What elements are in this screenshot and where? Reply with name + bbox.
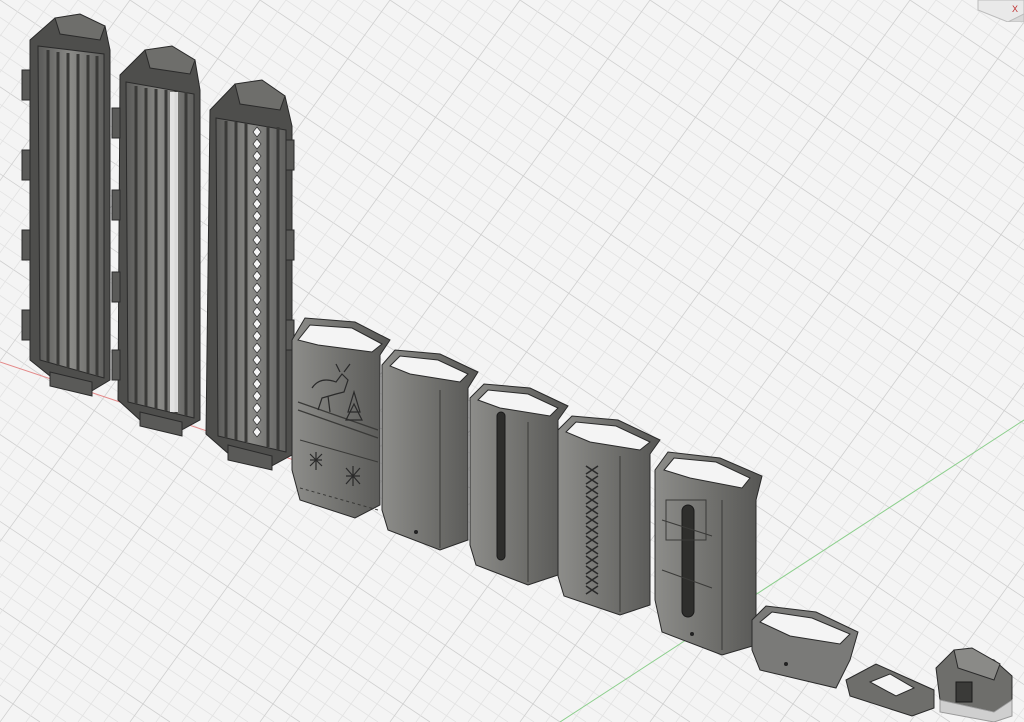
cad-viewport[interactable]: X [0,0,1024,722]
rail-diamond[interactable] [205,79,295,471]
viewcube[interactable]: X [968,0,1024,22]
rail-slotted-1[interactable] [21,13,111,397]
rail-slotted-2[interactable] [111,45,201,437]
sleeve-slot[interactable] [469,383,569,586]
sleeve-plain[interactable] [381,349,479,551]
viewcube-axis-label: X [1011,4,1018,14]
sleeve-holiday-pattern[interactable] [291,317,391,519]
sleeve-window[interactable] [654,451,763,656]
sleeve-lattice[interactable] [557,415,661,616]
scene-canvas[interactable] [0,0,1024,722]
